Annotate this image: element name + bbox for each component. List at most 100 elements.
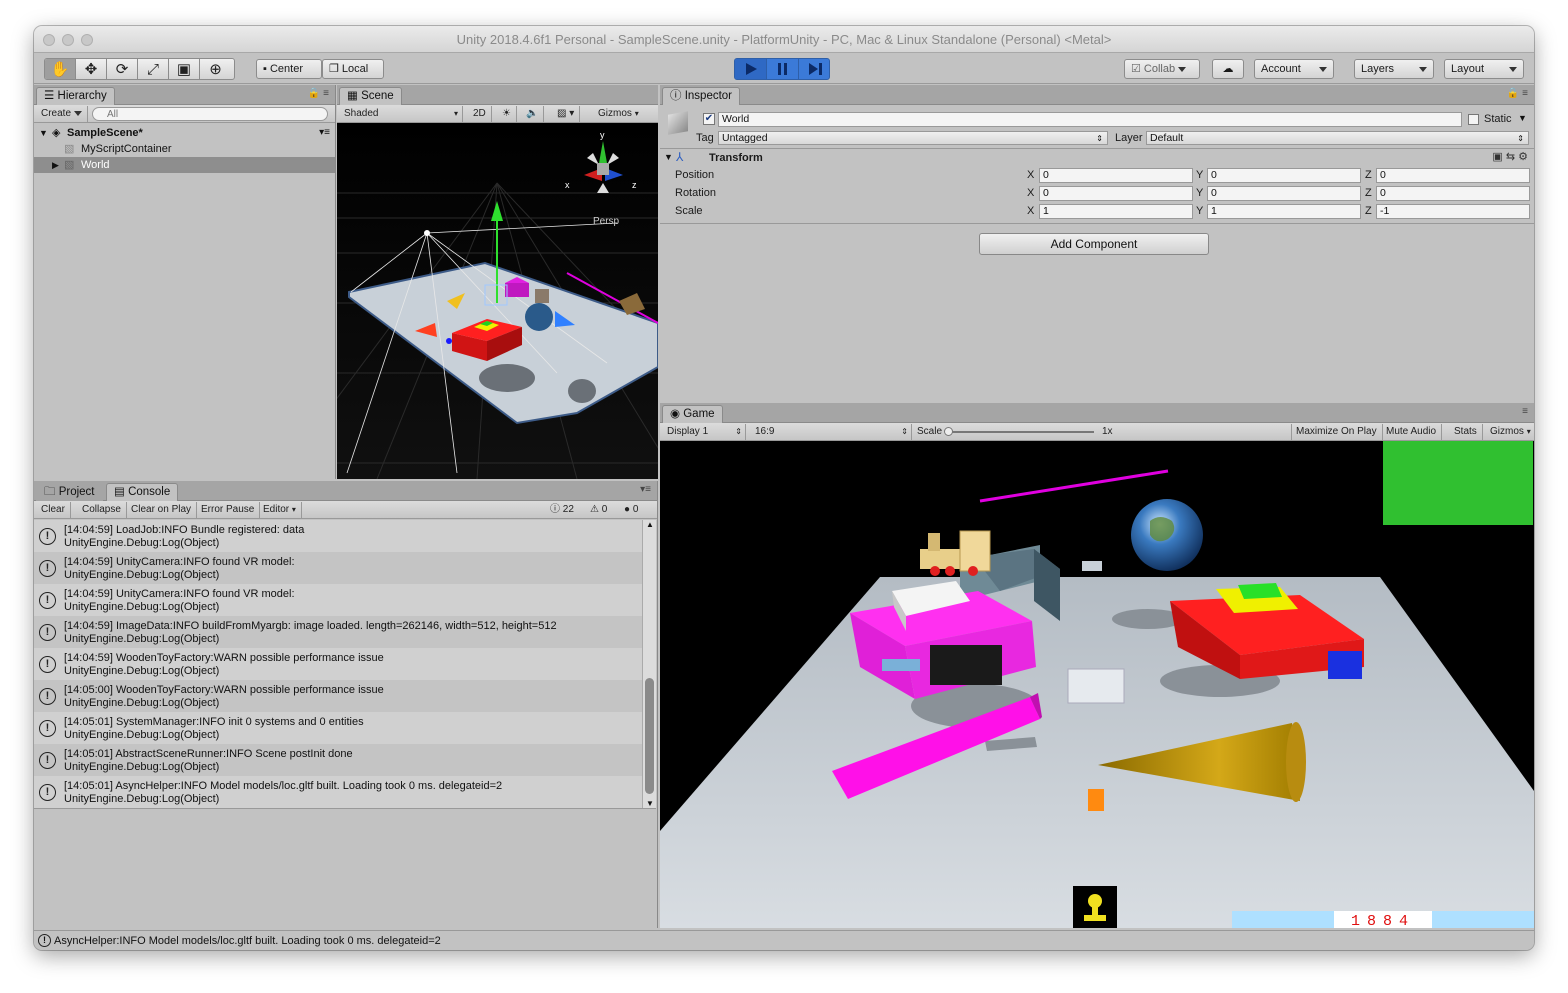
- hand-tool-icon[interactable]: ✋: [45, 59, 76, 79]
- expand-arrow-icon[interactable]: ▼: [39, 125, 48, 141]
- effects-dropdown[interactable]: ▨ ▾: [552, 106, 581, 122]
- scroll-up-icon[interactable]: ▲: [646, 520, 654, 529]
- position-y-field[interactable]: 0: [1207, 168, 1361, 183]
- maximize-on-play-toggle[interactable]: Maximize On Play: [1291, 424, 1383, 440]
- layers-dropdown[interactable]: Layers: [1354, 59, 1434, 79]
- rotate-tool-icon[interactable]: ⟳: [107, 59, 138, 79]
- scale-y-field[interactable]: 1: [1207, 204, 1361, 219]
- clear-button[interactable]: Clear: [36, 502, 71, 518]
- mute-audio-toggle[interactable]: Mute Audio: [1381, 424, 1443, 440]
- log-entry[interactable]: ! [14:05:00] WoodenToyFactory:WARN possib…: [34, 680, 642, 712]
- static-dropdown-icon[interactable]: ▼: [1518, 113, 1527, 123]
- hierarchy-search-input[interactable]: [92, 107, 328, 121]
- pivot-center-button[interactable]: ▪ Center: [256, 59, 322, 79]
- rect-tool-icon[interactable]: ▣: [169, 59, 200, 79]
- cloud-icon: ☁: [1222, 63, 1234, 75]
- hierarchy-item[interactable]: ▧ MyScriptContainer: [34, 141, 335, 157]
- panel-menu-icon[interactable]: 🔒 ≡: [308, 88, 329, 99]
- rotation-x-field[interactable]: 0: [1039, 186, 1193, 201]
- object-name-field[interactable]: World: [718, 112, 1462, 127]
- tab-scene[interactable]: ▦ Scene: [339, 87, 402, 105]
- gizmos-dropdown[interactable]: Gizmos ▾: [593, 106, 644, 122]
- close-window-button[interactable]: [43, 34, 55, 46]
- log-entry[interactable]: ! [14:04:59] WoodenToyFactory:WARN possib…: [34, 648, 642, 680]
- log-entry[interactable]: ! [14:04:59] UnityCamera:INFO found VR mo…: [34, 584, 642, 616]
- log-entry[interactable]: ! [14:05:01] SystemManager:INFO init 0 sy…: [34, 712, 642, 744]
- scale-tool-icon[interactable]: ⤢: [138, 59, 169, 79]
- tab-hierarchy[interactable]: ☰ Hierarchy: [36, 87, 115, 105]
- pause-button[interactable]: [767, 59, 799, 79]
- account-dropdown[interactable]: Account: [1254, 59, 1334, 79]
- create-dropdown[interactable]: Create: [36, 106, 88, 122]
- game-gizmos-dropdown[interactable]: Gizmos ▾: [1485, 424, 1534, 440]
- hierarchy-item-selected[interactable]: ▶ ▧ World: [34, 157, 335, 173]
- position-x-field[interactable]: 0: [1039, 168, 1193, 183]
- pivot-local-button[interactable]: ❐ Local: [322, 59, 384, 79]
- alert-count-toggle[interactable]: ⚠ 0: [590, 502, 607, 518]
- play-button[interactable]: [735, 59, 767, 79]
- stats-toggle[interactable]: Stats: [1449, 424, 1483, 440]
- layer-dropdown[interactable]: Default ⇕: [1146, 131, 1529, 145]
- console-scrollbar[interactable]: ▲ ▼: [642, 520, 656, 808]
- 2d-toggle[interactable]: 2D: [468, 106, 492, 122]
- component-menu-icon[interactable]: ▣ ⇆ ⚙: [1492, 150, 1528, 163]
- status-message[interactable]: AsyncHelper:INFO Model models/loc.gltf b…: [54, 935, 441, 947]
- expand-arrow-icon[interactable]: ▶: [52, 157, 59, 173]
- error-count-toggle[interactable]: ● 0: [624, 502, 638, 518]
- slider-thumb[interactable]: [944, 427, 953, 436]
- rotation-z-field[interactable]: 0: [1376, 186, 1530, 201]
- tab-console[interactable]: ▤ Console: [106, 483, 179, 501]
- log-entry[interactable]: ! [14:04:59] UnityCamera:INFO found VR mo…: [34, 552, 642, 584]
- transform-axes-icon: ⅄: [676, 150, 684, 164]
- tab-inspector[interactable]: ⓘ Inspector: [662, 87, 741, 105]
- scene-menu-icon[interactable]: ▾≡: [319, 125, 330, 141]
- panel-menu-icon[interactable]: ▾≡: [640, 484, 651, 495]
- lighting-toggle[interactable]: ☀: [497, 106, 517, 122]
- collab-button[interactable]: ☑ Collab: [1124, 59, 1200, 79]
- step-button[interactable]: [799, 59, 829, 79]
- scene-root-item[interactable]: ▼ ◈ SampleScene* ▾≡: [34, 125, 335, 141]
- scene-viewport[interactable]: y x z Persp: [337, 123, 658, 479]
- pivot-label: Center: [269, 63, 303, 75]
- warning-count-toggle[interactable]: ⓘ 22: [550, 502, 574, 518]
- window-title: Unity 2018.4.6f1 Personal - SampleScene.…: [456, 32, 1112, 47]
- log-entry[interactable]: ! [14:04:59] LoadJob:INFO Bundle register…: [34, 520, 642, 552]
- add-component-button[interactable]: Add Component: [979, 233, 1209, 255]
- rotation-y-field[interactable]: 0: [1207, 186, 1361, 201]
- layout-dropdown[interactable]: Layout: [1444, 59, 1524, 79]
- active-checkbox[interactable]: ✔: [703, 113, 715, 125]
- panel-menu-icon[interactable]: 🔒 ≡: [1507, 88, 1528, 99]
- error-pause-button[interactable]: Error Pause: [196, 502, 261, 518]
- panel-menu-icon[interactable]: ≡: [1522, 406, 1528, 417]
- scale-x-field[interactable]: 1: [1039, 204, 1193, 219]
- aspect-dropdown[interactable]: 16:9 ⇕: [750, 424, 912, 440]
- collapse-button[interactable]: Collapse: [77, 502, 127, 518]
- transform-tool-icon[interactable]: ⊕: [200, 59, 231, 79]
- minimize-window-button[interactable]: [62, 34, 74, 46]
- tab-project[interactable]: 🗀 Project: [36, 483, 103, 501]
- cloud-button[interactable]: ☁: [1212, 59, 1244, 79]
- field-value: 1: [1211, 205, 1217, 217]
- tab-game[interactable]: ◉ Game: [662, 405, 723, 423]
- scale-slider[interactable]: Scale 1x: [912, 424, 1292, 440]
- clear-on-play-button[interactable]: Clear on Play: [126, 502, 198, 518]
- log-entry[interactable]: ! [14:04:59] ImageData:INFO buildFromMyar…: [34, 616, 642, 648]
- foldout-arrow-icon[interactable]: ▼: [664, 152, 673, 162]
- log-entry[interactable]: ! [14:05:01] AsyncHelper:INFO Model model…: [34, 776, 642, 808]
- move-tool-icon[interactable]: ✥: [76, 59, 107, 79]
- scroll-down-icon[interactable]: ▼: [646, 799, 654, 808]
- display-dropdown[interactable]: Display 1 ⇕: [662, 424, 746, 440]
- static-checkbox[interactable]: [1468, 114, 1479, 125]
- game-viewport[interactable]: 1884: [660, 441, 1534, 928]
- zoom-window-button[interactable]: [81, 34, 93, 46]
- scale-z-field[interactable]: -1: [1376, 204, 1530, 219]
- position-z-field[interactable]: 0: [1376, 168, 1530, 183]
- tag-dropdown[interactable]: Untagged ⇕: [718, 131, 1108, 145]
- hierarchy-item-label: World: [81, 159, 110, 171]
- log-entry[interactable]: ! [14:05:01] AbstractSceneRunner:INFO Sce…: [34, 744, 642, 776]
- shading-dropdown[interactable]: Shaded ▾: [339, 106, 463, 122]
- scroll-thumb[interactable]: [645, 678, 654, 794]
- audio-toggle[interactable]: 🔈: [521, 106, 545, 122]
- editor-dropdown[interactable]: Editor ▾: [258, 502, 302, 518]
- joystick-button[interactable]: [1073, 886, 1117, 928]
